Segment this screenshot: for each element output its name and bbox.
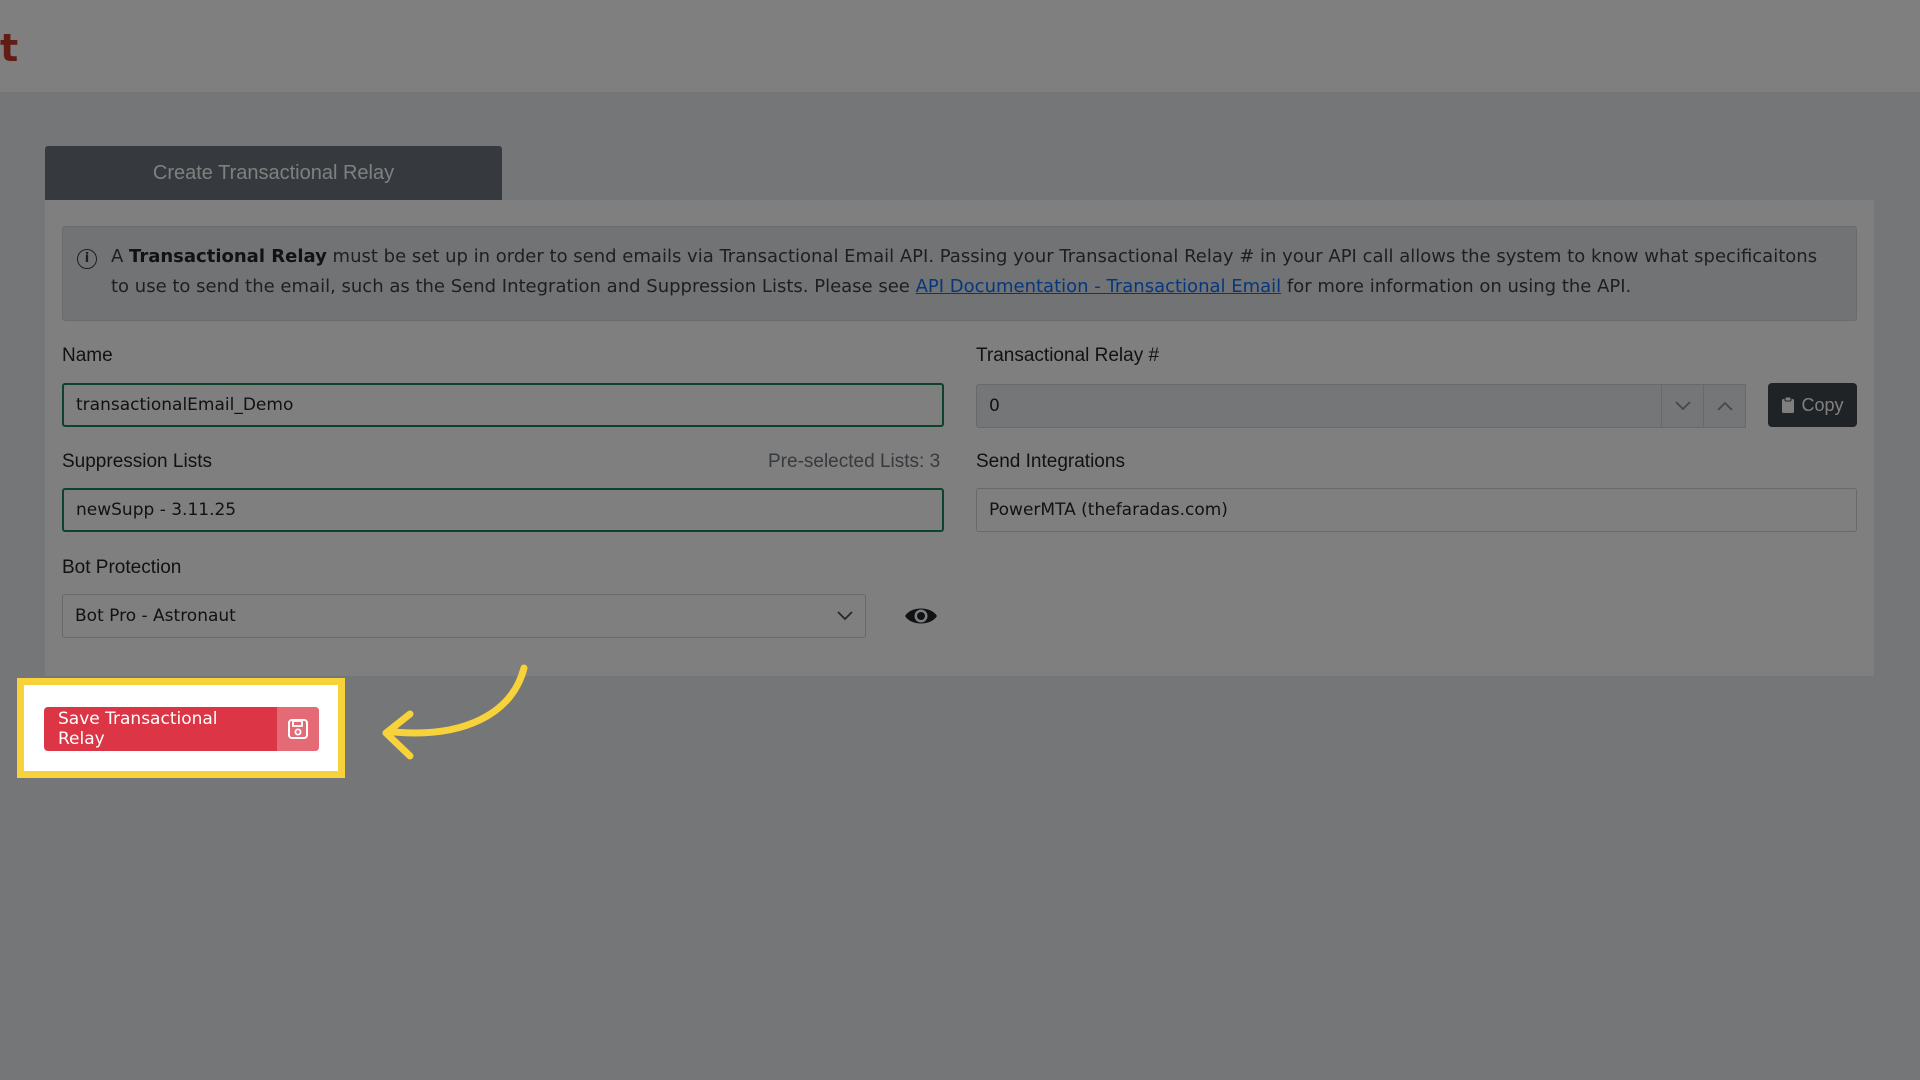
suppression-lists-input[interactable]: newSupp - 3.11.25 (62, 488, 944, 532)
bot-protection-value: Bot Pro - Astronaut (75, 606, 236, 626)
info-alert: i A Transactional Relay must be set up i… (62, 226, 1857, 321)
relay-increment-button[interactable] (1703, 384, 1746, 428)
save-button-label: Save Transactional Relay (58, 709, 218, 749)
save-transactional-relay-button[interactable]: Save Transactional Relay (44, 707, 319, 751)
info-icon: i (77, 249, 97, 269)
chevron-down-icon (837, 611, 853, 621)
chevron-down-icon (1674, 401, 1691, 411)
alert-bold-term: Transactional Relay (129, 246, 327, 267)
tab-create-transactional-relay[interactable]: Create Transactional Relay (45, 146, 502, 200)
api-documentation-link[interactable]: API Documentation - Transactional Email (916, 276, 1282, 297)
alert-prefix: A (111, 246, 130, 267)
name-input[interactable]: transactionalEmail_Demo (62, 383, 944, 427)
relay-number-label: Transactional Relay # (976, 345, 1160, 366)
brand-logo-fragment: t (0, 26, 19, 70)
send-integrations-input[interactable]: PowerMTA (thefaradas.com) (976, 488, 1857, 532)
alert-text: A Transactional Relay must be set up in … (111, 242, 1826, 302)
suppression-lists-label: Suppression Lists (62, 451, 212, 472)
floppy-disk-icon (277, 707, 319, 751)
top-bar: t (0, 0, 1920, 92)
relay-decrement-button[interactable] (1661, 384, 1704, 428)
relay-number-input[interactable]: 0 (976, 384, 1662, 428)
copy-button[interactable]: Copy (1768, 383, 1857, 427)
clipboard-icon (1782, 396, 1795, 413)
name-label: Name (62, 345, 113, 366)
pointer-arrow-icon (382, 664, 528, 760)
send-integrations-label: Send Integrations (976, 451, 1125, 472)
eye-icon[interactable] (903, 602, 939, 630)
bot-protection-select[interactable]: Bot Pro - Astronaut (62, 594, 866, 638)
preselected-lists-count: Pre-selected Lists: 3 (768, 451, 941, 472)
alert-text-part-2: for more information on using the API. (1281, 276, 1632, 297)
bot-protection-label: Bot Protection (62, 557, 182, 578)
chevron-up-icon (1716, 401, 1733, 411)
copy-label: Copy (1801, 394, 1844, 415)
